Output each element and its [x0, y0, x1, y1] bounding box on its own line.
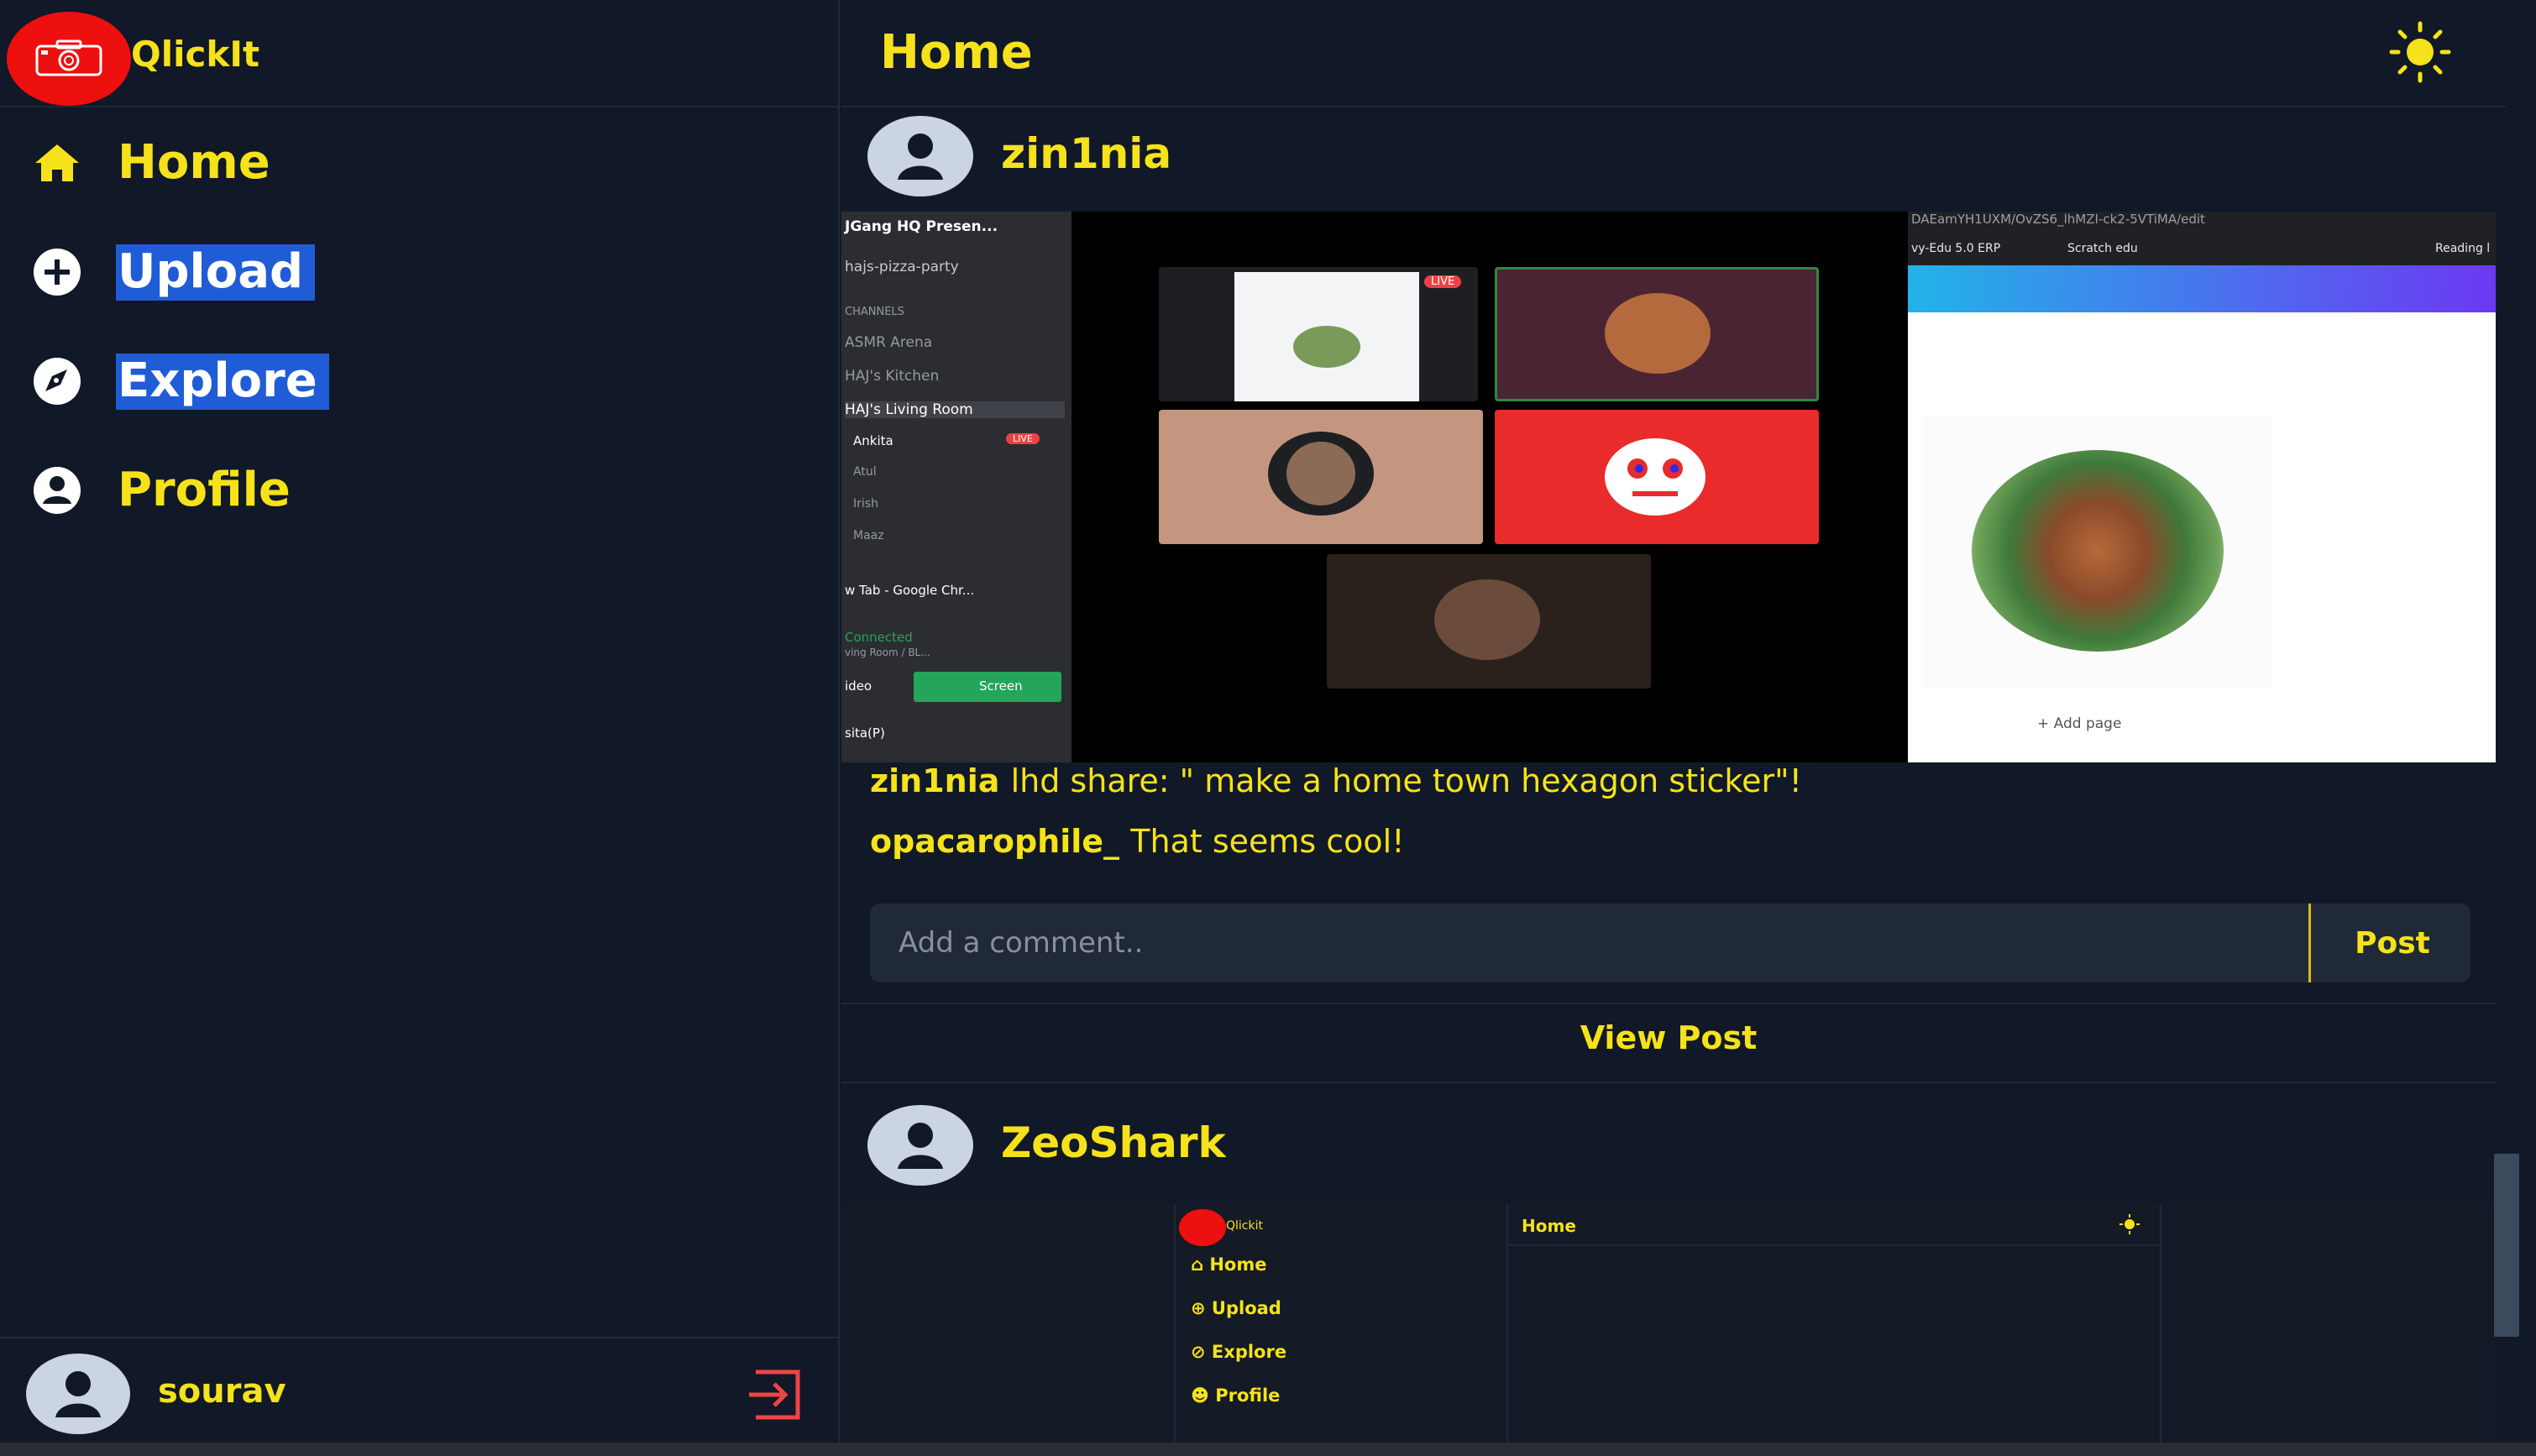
image-text: hajs-pizza-party [845, 259, 959, 275]
divider [841, 1003, 2496, 1004]
post-author[interactable]: ZeoShark [1001, 1118, 1226, 1167]
avatar-icon[interactable] [25, 1352, 131, 1436]
image-text: ☻ Profile [1191, 1385, 1281, 1406]
image-text: Maaz [853, 529, 884, 542]
post-header: zin1nia [841, 107, 2521, 215]
image-text: ASMR Arena [845, 334, 933, 351]
sidebar: QlickIt Home Upload Explore Profile sour… [0, 0, 840, 1456]
discord-sidebar-screenshot: JGang HQ Presen... hajs-pizza-party CHAN… [841, 212, 1072, 762]
divider [841, 1082, 2496, 1083]
sidebar-item-upload[interactable]: Upload [30, 238, 618, 306]
image-text: Home [1522, 1216, 1576, 1236]
image-text: DAEamYH1UXM/OvZS6_lhMZI-ck2-5VTiMA/edit [1911, 212, 2205, 227]
image-text: sita(P) [845, 725, 885, 741]
post-author[interactable]: zin1nia [1001, 129, 1171, 178]
image-text: Upload [1211, 1298, 1281, 1318]
video-tile [1495, 267, 1819, 401]
image-text: ideo [845, 678, 872, 694]
view-post-link[interactable]: View Post [841, 1019, 2496, 1068]
image-text: HAJ's Living Room [845, 401, 1065, 418]
home-icon [30, 136, 84, 190]
image-text: Atul [853, 465, 877, 479]
avatar-icon[interactable] [867, 114, 974, 198]
video-tile [1495, 410, 1819, 544]
sticker-design [1921, 416, 2272, 689]
comment-input[interactable] [870, 903, 2311, 982]
image-text: Irish [853, 497, 878, 511]
image-text: Profile [1215, 1385, 1281, 1406]
image-text: Ankita [853, 433, 893, 448]
image-text: Reading l [2435, 242, 2491, 255]
image-text: Home [1209, 1254, 1267, 1275]
sidebar-item-label: Explore [116, 353, 329, 410]
app-name[interactable]: QlickIt [131, 34, 259, 75]
post-image[interactable]: JGang HQ Presen... hajs-pizza-party CHAN… [841, 212, 2496, 762]
avatar-icon[interactable] [867, 1103, 974, 1187]
browser-bar: DAEamYH1UXM/OvZS6_lhMZI-ck2-5VTiMA/edit … [1908, 212, 2496, 265]
sun-icon[interactable] [2387, 20, 2454, 84]
video-tile: LIVE [1159, 267, 1478, 401]
image-text: Explore [1211, 1342, 1287, 1362]
divider [1508, 1244, 2163, 1246]
image-text: CHANNELS [845, 306, 904, 318]
caption-text: lhd share: " make a home town hexagon st… [1010, 762, 1802, 799]
caption-user[interactable]: zin1nia [870, 762, 999, 799]
user-circle-icon [30, 464, 84, 517]
image-text: Qlickit [1226, 1219, 1263, 1233]
image-text: vy-Edu 5.0 ERP [1911, 242, 2001, 255]
video-tile [1159, 410, 1483, 544]
sidebar-item-profile[interactable]: Profile [30, 457, 618, 524]
image-text: Connected [845, 630, 913, 645]
image-text: Screen [979, 678, 1023, 694]
comment-box: Post [870, 903, 2471, 982]
post-image[interactable]: Qlickit ⌂ Home ⊕ Upload ⊘ Explore ☻ Prof… [841, 1204, 2496, 1456]
plus-circle-icon [30, 245, 84, 299]
image-text: Scratch edu [2067, 242, 2138, 255]
main-feed: Home zin1nia JGang HQ Presen... hajs-piz… [841, 0, 2536, 1456]
camera-logo-icon[interactable] [7, 12, 131, 106]
app-screenshot: Qlickit ⌂ Home ⊕ Upload ⊘ Explore ☻ Prof… [1174, 1204, 2163, 1456]
sidebar-item-label: Home [118, 134, 270, 190]
comment: opacarophile_ That seems cool! [870, 823, 1404, 860]
image-text: ⊘ Explore [1191, 1342, 1287, 1362]
sidebar-item-explore[interactable]: Explore [30, 348, 618, 415]
user-footer: sourav [0, 1337, 840, 1456]
header: Home [841, 0, 2521, 107]
image-text: ⌂ Home [1191, 1254, 1267, 1275]
mini-sidebar: Qlickit ⌂ Home ⊕ Upload ⊘ Explore ☻ Prof… [1176, 1204, 1508, 1456]
image-text: + Add page [2037, 715, 2122, 732]
post-header: ZeoShark [841, 1097, 2521, 1204]
image-text: ⊕ Upload [1191, 1298, 1281, 1318]
image-text: HAJ's Kitchen [845, 368, 940, 385]
image-text: LIVE [1006, 433, 1040, 444]
canva-screenshot: DAEamYH1UXM/OvZS6_lhMZI-ck2-5VTiMA/edit … [1908, 212, 2496, 762]
comment-user[interactable]: opacarophile_ [870, 823, 1119, 860]
post-caption: zin1nia lhd share: " make a home town he… [870, 762, 1802, 799]
sun-icon [2118, 1212, 2141, 1236]
current-user-name[interactable]: sourav [158, 1372, 286, 1411]
image-text: w Tab - Google Chr... [845, 583, 975, 598]
video-tile [1327, 554, 1651, 689]
brand: QlickIt [0, 0, 840, 107]
camera-logo-icon [1179, 1209, 1226, 1246]
logout-icon[interactable] [747, 1369, 806, 1421]
image-text: ving Room / BL... [845, 647, 930, 658]
live-badge: LIVE [1424, 275, 1462, 288]
comment-text: That seems cool! [1130, 823, 1405, 860]
image-text: JGang HQ Presen... [845, 218, 998, 235]
canva-toolbar [1908, 265, 2496, 312]
sidebar-item-home[interactable]: Home [30, 129, 618, 196]
sidebar-item-label: Upload [116, 244, 316, 301]
bottom-edge [0, 1443, 2536, 1456]
compass-icon [30, 354, 84, 408]
post-comment-button[interactable]: Post [2314, 903, 2471, 982]
scrollbar-thumb[interactable] [2494, 1154, 2519, 1337]
page-title: Home [880, 25, 1033, 80]
sidebar-item-label: Profile [118, 462, 291, 517]
